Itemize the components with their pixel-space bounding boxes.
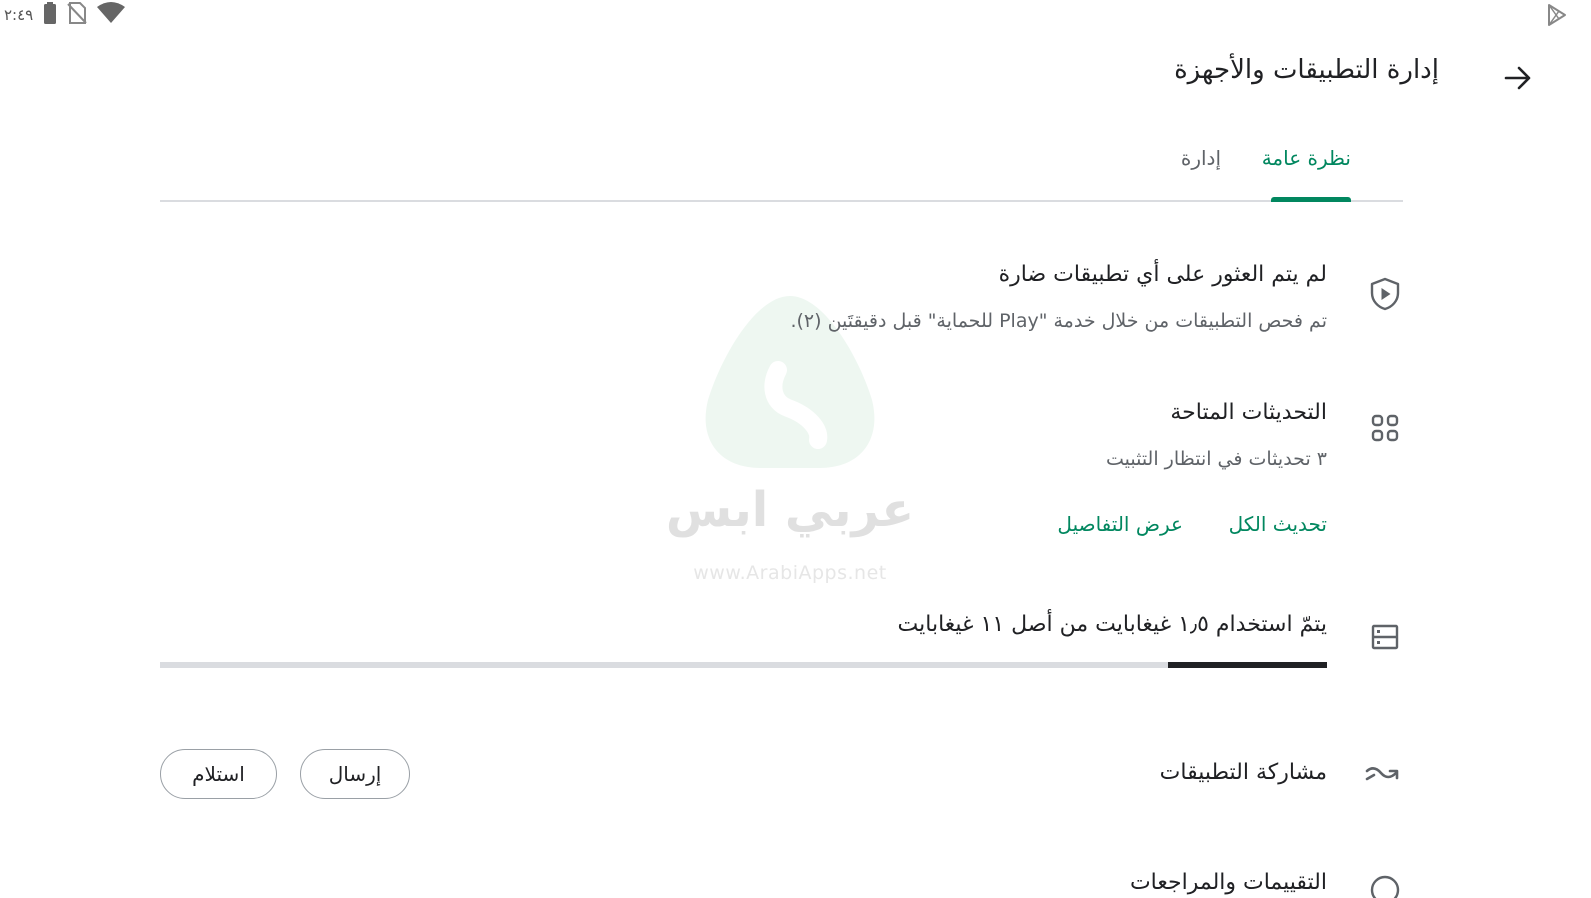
update-all-link[interactable]: تحديث الكل xyxy=(1229,512,1327,536)
status-bar: ٢:٤٩ xyxy=(4,2,126,28)
play-store-screen: ٢:٤٩ إدارة التطبيقات والأجهزة نظرة عامة … xyxy=(0,0,1591,898)
wifi-icon xyxy=(97,2,126,28)
play-protect-icon xyxy=(1367,276,1403,312)
share-apps-title: مشاركة التطبيقات xyxy=(1159,760,1327,785)
tab-overview[interactable]: نظرة عامة xyxy=(1262,146,1351,170)
watermark: عربي ابس www.ArabiApps.net xyxy=(660,290,920,590)
storage-icon xyxy=(1367,619,1403,655)
arrow-back-icon xyxy=(1503,63,1533,97)
status-time: ٢:٤٩ xyxy=(4,6,34,24)
updates-title: التحديثات المتاحة xyxy=(1170,400,1327,425)
apps-grid-icon xyxy=(1367,410,1403,446)
see-details-link[interactable]: عرض التفاصيل xyxy=(1057,512,1183,536)
storage-progress-fill xyxy=(1167,662,1327,668)
storage-progress-bar xyxy=(160,662,1327,668)
tab-manage[interactable]: إدارة xyxy=(1181,146,1221,170)
protection-subtitle: تم فحص التطبيقات من خلال خدمة "Play للحم… xyxy=(790,310,1327,332)
no-sim-icon xyxy=(67,2,87,28)
watermark-url: www.ArabiApps.net xyxy=(693,562,887,584)
updates-subtitle: ٣ تحديثات في انتظار التثبيت xyxy=(1105,448,1327,470)
send-button[interactable]: إرسال xyxy=(300,749,410,799)
back-button[interactable] xyxy=(1500,62,1536,98)
receive-button[interactable]: استلام xyxy=(160,749,277,799)
ratings-icon xyxy=(1367,872,1403,898)
tab-bar: نظرة عامة إدارة xyxy=(160,140,1403,202)
active-tab-indicator xyxy=(1271,197,1351,202)
storage-title: يتمّ استخدام ١٫٥ غيغابايت من أصل ١١ غيغا… xyxy=(897,612,1327,637)
ratings-section-title: التقييمات والمراجعات xyxy=(1129,870,1327,895)
protection-title: لم يتم العثور على أي تطبيقات ضارة xyxy=(998,262,1327,287)
watermark-brand: عربي ابس xyxy=(665,482,915,538)
battery-icon xyxy=(43,2,57,28)
page-title: إدارة التطبيقات والأجهزة xyxy=(1174,55,1439,85)
share-apps-icon xyxy=(1365,757,1401,793)
play-store-icon xyxy=(1545,3,1569,27)
